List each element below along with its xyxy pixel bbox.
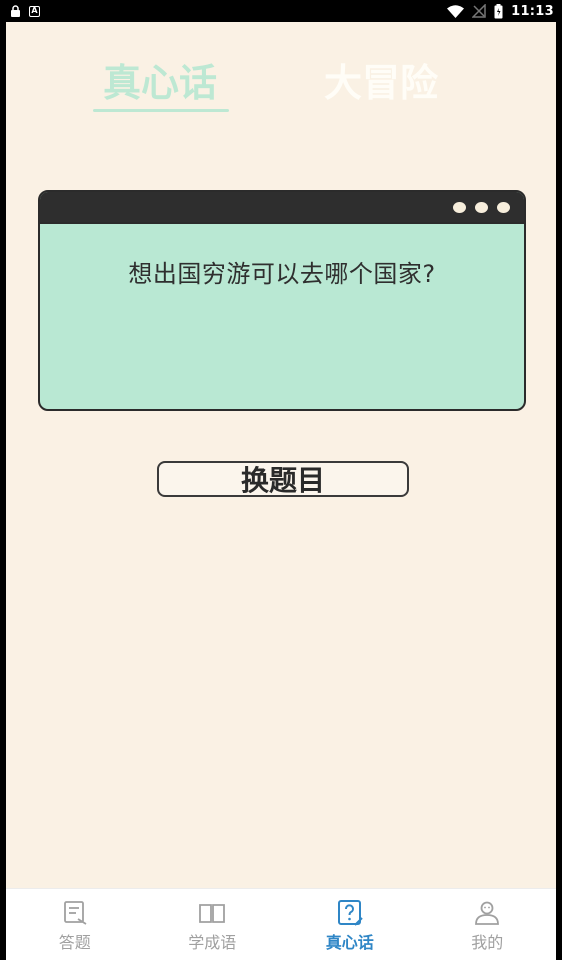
question-card: 想出国穷游可以去哪个国家?: [38, 190, 526, 411]
window-dot-icon: [497, 201, 510, 213]
question-icon: [337, 900, 363, 926]
status-right: 11:13: [447, 3, 554, 19]
no-signal-icon: [472, 4, 486, 18]
lock-icon: [10, 4, 21, 18]
status-left: A: [10, 4, 40, 18]
quiz-icon: [63, 901, 87, 925]
nav-label: 学成语: [188, 933, 237, 952]
bottom-nav: 答题 学成语 真心话 我的: [6, 888, 556, 960]
wifi-icon: [447, 4, 465, 18]
profile-icon: [475, 901, 500, 925]
nav-item-idioms[interactable]: 学成语: [144, 889, 282, 960]
nav-label: 真心话: [325, 933, 374, 952]
nav-item-profile[interactable]: 我的: [419, 889, 557, 960]
nav-item-quiz[interactable]: 答题: [6, 889, 144, 960]
window-dot-icon: [475, 201, 488, 213]
book-icon: [199, 904, 226, 923]
tab-truth[interactable]: 真心话: [91, 52, 229, 112]
nav-label: 我的: [471, 933, 504, 952]
app-screen: 真心话 大冒险 想出国穷游可以去哪个国家? 换题目 答题 学成语 真心话 我的: [6, 22, 556, 960]
a-icon: A: [29, 5, 40, 17]
card-header: [40, 192, 524, 224]
change-question-button[interactable]: 换题目: [157, 461, 409, 497]
status-bar: A 11:13: [0, 0, 562, 22]
battery-icon: [494, 3, 503, 19]
question-text: 想出国穷游可以去哪个国家?: [128, 260, 436, 288]
window-dot-icon: [453, 201, 466, 213]
nav-label: 答题: [58, 933, 91, 952]
tab-dare[interactable]: 大冒险: [311, 52, 451, 105]
clock: 11:13: [511, 3, 554, 19]
nav-item-truth[interactable]: 真心话: [281, 889, 419, 960]
